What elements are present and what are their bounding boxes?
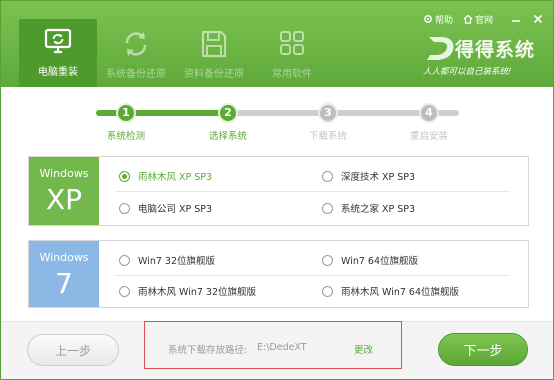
option-label: 系统之家 XP SP3 — [341, 204, 416, 215]
brand-logo: 得得系统 人人都可以自己装系统! — [421, 31, 549, 79]
radio[interactable] — [322, 202, 333, 214]
step-1-label: 系统检测 — [106, 131, 145, 142]
download-path-value: E:\DedeXT — [257, 342, 307, 353]
tab-label: 常用软件 — [272, 69, 312, 80]
option-ylmf-win7-32[interactable]: 雨林木风 Win7 32位旗舰版 — [119, 284, 256, 298]
close-icon — [533, 14, 543, 24]
xp-badge-word: Windows — [39, 167, 89, 180]
monitor-refresh-icon — [44, 28, 72, 54]
option-win7-32[interactable]: Win7 32位旗舰版 — [119, 253, 215, 267]
step-4-dot: 4 — [419, 103, 439, 123]
step-1-dot: 1 — [116, 103, 136, 123]
option-win7-64[interactable]: Win7 64位旗舰版 — [322, 253, 418, 267]
installer-window: 电脑重装 系统备份还原 资料备份还原 常用软件 帮助 官网 得得系统 人人都可以… — [0, 0, 554, 380]
download-path-label: 系统下载存放路径: — [168, 345, 248, 356]
minimize-button[interactable] — [507, 12, 525, 26]
option-label: Win7 64位旗舰版 — [341, 256, 418, 267]
radio[interactable] — [322, 170, 333, 182]
option-label: 电脑公司 XP SP3 — [138, 204, 213, 215]
step-2-dot: 2 — [218, 103, 238, 123]
download-path-box: 系统下载存放路径: E:\DedeXT 更改 — [144, 321, 402, 369]
progress-steps: 1 2 3 4 系统检测 选择系统 下载系统 重启安装 — [1, 95, 553, 145]
option-label: 深度技术 XP SP3 — [341, 172, 416, 183]
option-label: 雨林木风 XP SP3 — [138, 172, 213, 183]
option-dngs-xp[interactable]: 电脑公司 XP SP3 — [119, 201, 212, 215]
step-3-label: 下载系统 — [308, 131, 347, 142]
header-bar: 电脑重装 系统备份还原 资料备份还原 常用软件 帮助 官网 得得系统 人人都可以… — [1, 1, 553, 87]
radio-selected[interactable] — [119, 170, 130, 182]
step-3-dot: 3 — [318, 103, 338, 123]
tab-label: 资料备份还原 — [184, 69, 244, 80]
site-link[interactable]: 官网 — [463, 13, 493, 26]
brand-d-logo-icon — [427, 37, 454, 60]
step-2-label: 选择系统 — [208, 131, 247, 142]
option-ylmf-win7-64[interactable]: 雨林木风 Win7 64位旗舰版 — [322, 284, 459, 298]
help-label: 帮助 — [434, 15, 453, 26]
radio[interactable] — [119, 254, 130, 266]
gear-icon — [424, 15, 432, 23]
radio[interactable] — [119, 285, 130, 297]
footer-bar: 上一步 系统下载存放路径: E:\DedeXT 更改 下一步 — [1, 321, 553, 379]
prev-step-button[interactable]: 上一步 — [27, 334, 119, 366]
tab-reinstall[interactable]: 电脑重装 — [19, 19, 97, 87]
option-xtzj-xp[interactable]: 系统之家 XP SP3 — [322, 201, 415, 215]
refresh-icon — [125, 32, 147, 56]
window-controls: 帮助 官网 — [423, 11, 547, 27]
radio[interactable] — [322, 285, 333, 297]
option-ylmf-xp[interactable]: 雨林木风 XP SP3 — [119, 169, 212, 183]
close-button[interactable] — [529, 12, 547, 26]
tab-data-backup[interactable]: 资料备份还原 — [175, 21, 253, 85]
help-link[interactable]: 帮助 — [423, 13, 453, 26]
step-4-label: 重启安装 — [409, 131, 448, 142]
radio[interactable] — [322, 254, 333, 266]
option-label: 雨林木风 Win7 64位旗舰版 — [341, 287, 460, 298]
xp-option-group: Windows XP 雨林木风 XP SP3 深度技术 XP SP3 电脑公司 … — [28, 156, 529, 226]
home-icon — [463, 14, 473, 24]
tab-label: 系统备份还原 — [106, 69, 166, 80]
win7-option-group: Windows 7 Win7 32位旗舰版 Win7 64位旗舰版 雨林木风 W… — [28, 240, 529, 308]
site-label: 官网 — [474, 15, 493, 26]
tab-common-software[interactable]: 常用软件 — [253, 21, 331, 85]
tab-label: 电脑重装 — [38, 67, 78, 78]
xp-badge: Windows XP — [29, 157, 99, 225]
win7-badge-word: Windows — [39, 251, 89, 264]
win7-badge-version: 7 — [55, 267, 73, 300]
tab-system-backup[interactable]: 系统备份还原 — [97, 21, 175, 85]
floppy-disk-icon — [201, 30, 227, 58]
divider — [115, 191, 510, 192]
radio[interactable] — [119, 202, 130, 214]
next-step-button[interactable]: 下一步 — [438, 333, 528, 366]
option-sdjs-xp[interactable]: 深度技术 XP SP3 — [322, 169, 415, 183]
option-label: Win7 32位旗舰版 — [138, 256, 215, 267]
win7-badge: Windows 7 — [29, 241, 99, 307]
brand-slogan: 人人都可以自己装系统! — [423, 67, 512, 77]
option-label: 雨林木风 Win7 32位旗舰版 — [138, 287, 257, 298]
minimize-icon — [512, 20, 520, 22]
xp-badge-version: XP — [45, 183, 83, 216]
brand-name: 得得系统 — [455, 39, 536, 61]
divider — [115, 275, 510, 276]
change-path-link[interactable]: 更改 — [354, 342, 373, 356]
apps-grid-icon — [280, 31, 304, 55]
